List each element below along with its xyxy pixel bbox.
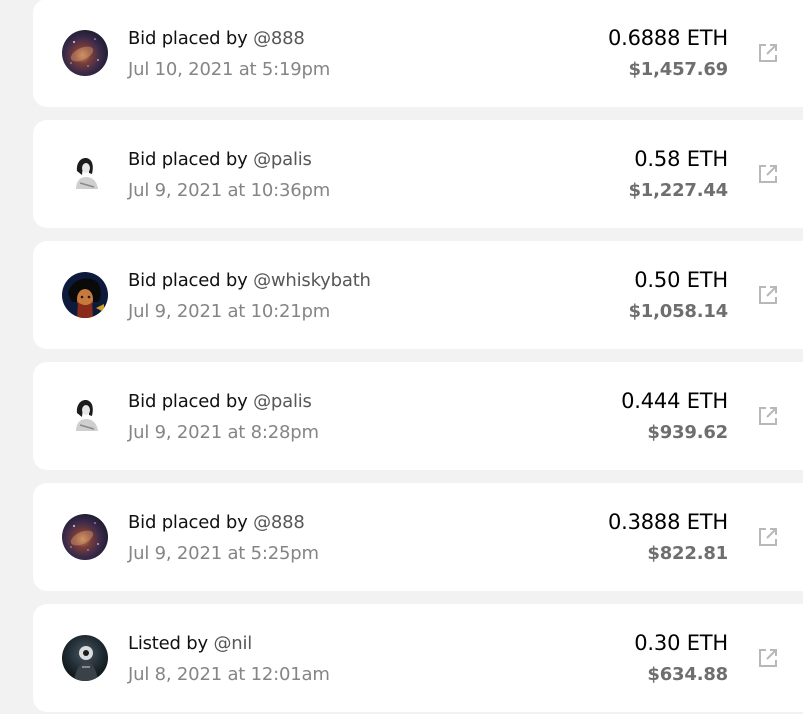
activity-item: Bid placed by @palis Jul 9, 2021 at 8:28… <box>33 362 803 470</box>
activity-title: Bid placed by @888 <box>128 28 305 49</box>
eth-amount: 0.444 ETH <box>621 389 728 413</box>
eth-amount: 0.3888 ETH <box>607 510 728 534</box>
activity-date: Jul 9, 2021 at 10:36pm <box>128 180 331 201</box>
eth-amount: 0.30 ETH <box>634 631 728 655</box>
activity-date: Jul 8, 2021 at 12:01am <box>128 664 330 685</box>
avatar[interactable] <box>62 393 108 439</box>
activity-label: Bid placed by <box>128 149 248 170</box>
usd-amount: $1,457.69 <box>628 59 728 80</box>
usd-amount: $939.62 <box>647 422 728 443</box>
activity-item: Bid placed by @whiskybath Jul 9, 2021 at… <box>33 241 803 349</box>
avatar[interactable] <box>62 514 108 560</box>
activity-date: Jul 9, 2021 at 10:21pm <box>128 301 331 322</box>
activity-title: Listed by @nil <box>128 633 252 654</box>
activity-label: Listed by <box>128 633 208 654</box>
activity-label: Bid placed by <box>128 512 248 533</box>
activity-title: Bid placed by @888 <box>128 512 305 533</box>
eth-amount: 0.58 ETH <box>634 147 728 171</box>
activity-item: Bid placed by @888 Jul 10, 2021 at 5:19p… <box>33 0 803 107</box>
activity-title: Bid placed by @palis <box>128 391 312 412</box>
avatar[interactable] <box>62 151 108 197</box>
activity-item: Bid placed by @888 Jul 9, 2021 at 5:25pm… <box>33 483 803 591</box>
external-link-icon[interactable] <box>756 162 780 186</box>
usd-amount: $1,058.14 <box>628 301 728 322</box>
usd-amount: $634.88 <box>647 664 728 685</box>
activity-label: Bid placed by <box>128 270 248 291</box>
activity-date: Jul 9, 2021 at 8:28pm <box>128 422 319 443</box>
usd-amount: $1,227.44 <box>628 180 728 201</box>
activity-list: Bid placed by @888 Jul 10, 2021 at 5:19p… <box>0 0 803 714</box>
activity-date: Jul 9, 2021 at 5:25pm <box>128 543 319 564</box>
username-link[interactable]: @palis <box>253 149 312 170</box>
avatar[interactable] <box>62 272 108 318</box>
external-link-icon[interactable] <box>756 41 780 65</box>
avatar[interactable] <box>62 30 108 76</box>
external-link-icon[interactable] <box>756 525 780 549</box>
eth-amount: 0.6888 ETH <box>607 26 728 50</box>
username-link[interactable]: @888 <box>253 28 305 49</box>
activity-label: Bid placed by <box>128 28 248 49</box>
username-link[interactable]: @whiskybath <box>253 270 371 291</box>
activity-label: Bid placed by <box>128 391 248 412</box>
activity-item: Listed by @nil Jul 8, 2021 at 12:01am 0.… <box>33 604 803 712</box>
username-link[interactable]: @888 <box>253 512 305 533</box>
username-link[interactable]: @nil <box>214 633 253 654</box>
username-link[interactable]: @palis <box>253 391 312 412</box>
external-link-icon[interactable] <box>756 404 780 428</box>
eth-amount: 0.50 ETH <box>634 268 728 292</box>
activity-item: Bid placed by @palis Jul 9, 2021 at 10:3… <box>33 120 803 228</box>
activity-title: Bid placed by @whiskybath <box>128 270 371 291</box>
external-link-icon[interactable] <box>756 283 780 307</box>
activity-title: Bid placed by @palis <box>128 149 312 170</box>
activity-date: Jul 10, 2021 at 5:19pm <box>128 59 331 80</box>
external-link-icon[interactable] <box>756 646 780 670</box>
avatar[interactable] <box>62 635 108 681</box>
usd-amount: $822.81 <box>647 543 728 564</box>
